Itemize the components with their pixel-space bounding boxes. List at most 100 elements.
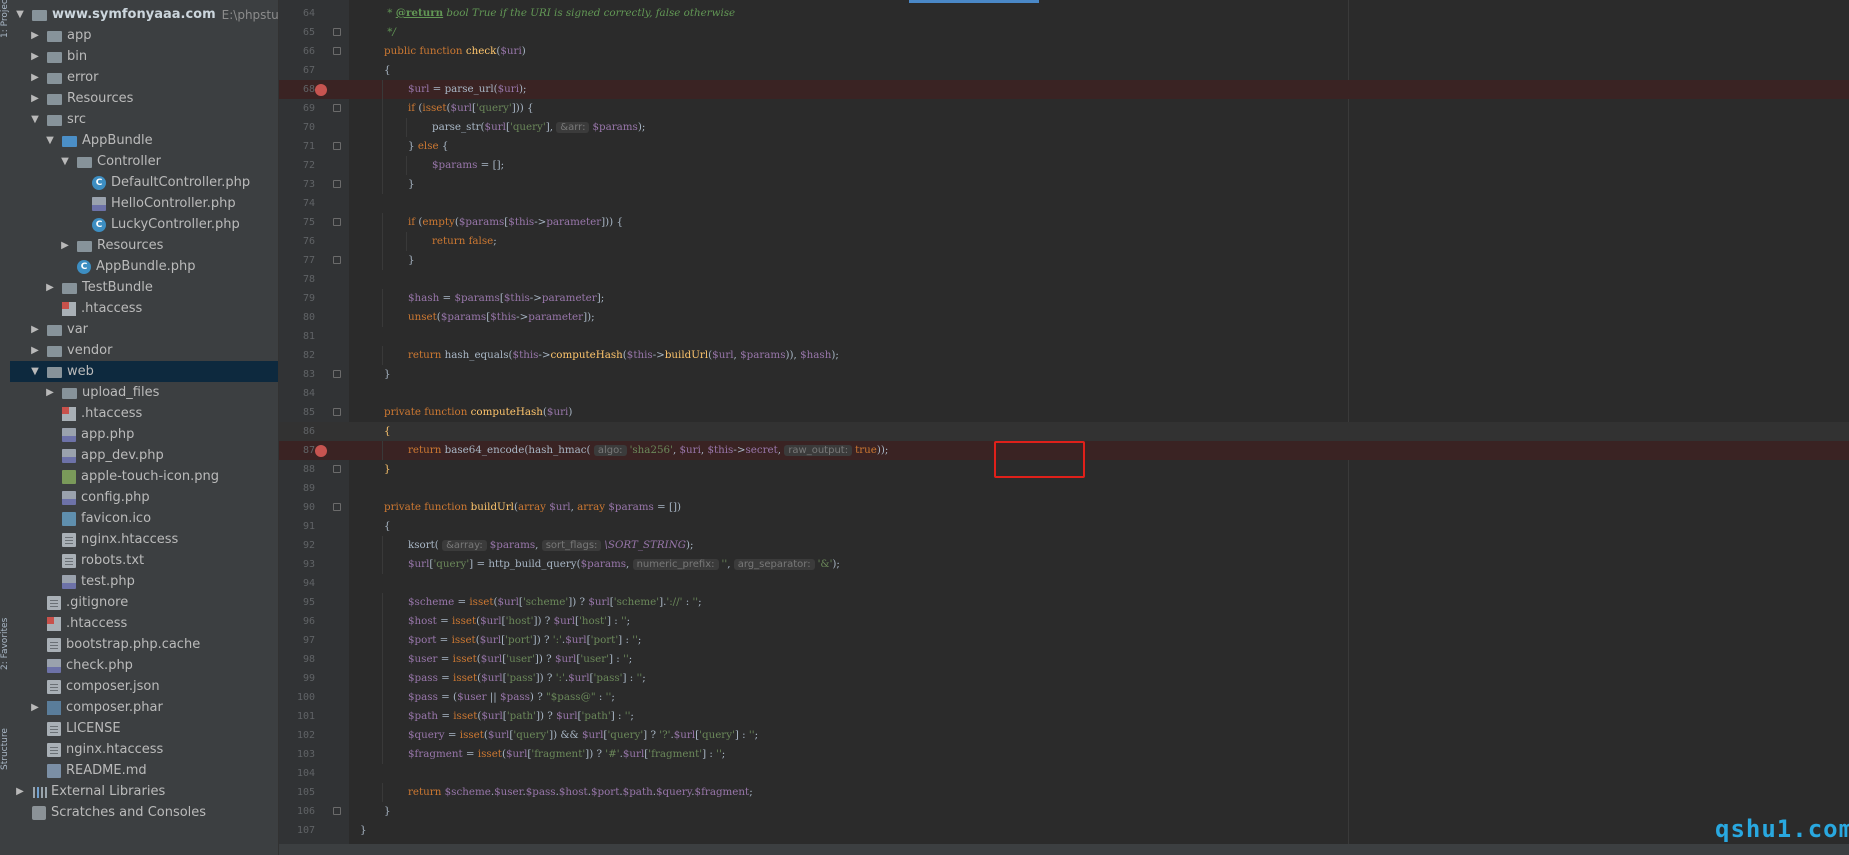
code-line[interactable]: 75 if (empty($params[$this->parameter])) … xyxy=(279,213,1849,232)
collapse-arrow-icon[interactable]: ▶ xyxy=(44,387,56,398)
code-line[interactable]: 71} else { xyxy=(279,137,1849,156)
fold-marker-icon[interactable] xyxy=(333,47,341,55)
line-number[interactable]: 78 xyxy=(279,270,315,289)
line-number[interactable]: 107 xyxy=(279,821,315,840)
code-line[interactable]: 72 $params = []; xyxy=(279,156,1849,175)
fold-marker-icon[interactable] xyxy=(333,142,341,150)
code-line[interactable]: 86 { xyxy=(279,422,1849,441)
line-number[interactable]: 89 xyxy=(279,479,315,498)
code-line[interactable]: 93 $url['query'] = http_build_query($para… xyxy=(279,555,1849,574)
code-line[interactable]: 78 xyxy=(279,270,1849,289)
tree-item-test-php[interactable]: ▶test.php xyxy=(10,571,278,592)
tree-item-robots-txt[interactable]: ▶robots.txt xyxy=(10,550,278,571)
tree-item-appbundle-php[interactable]: ▶CAppBundle.php xyxy=(10,256,278,277)
code-line[interactable]: 79 $hash = $params[$this->parameter]; xyxy=(279,289,1849,308)
tree-item-src[interactable]: ▼ src xyxy=(10,109,278,130)
expand-arrow-icon[interactable]: ▼ xyxy=(59,156,71,167)
fold-marker-icon[interactable] xyxy=(333,370,341,378)
line-number[interactable]: 72 xyxy=(279,156,315,175)
line-number[interactable]: 75 xyxy=(279,213,315,232)
line-number[interactable]: 85 xyxy=(279,403,315,422)
tree-item-bootstrap-php-cache[interactable]: ▶bootstrap.php.cache xyxy=(10,634,278,655)
line-number[interactable]: 100 xyxy=(279,688,315,707)
line-number[interactable]: 86 xyxy=(279,422,315,441)
tree-item-error[interactable]: ▶ error xyxy=(10,67,278,88)
tree-item-appbundle[interactable]: ▼ AppBundle xyxy=(10,130,278,151)
tree-item-nginx-htaccess[interactable]: ▶nginx.htaccess xyxy=(10,739,278,760)
collapse-arrow-icon[interactable]: ▶ xyxy=(29,72,41,83)
code-line[interactable]: 91 { xyxy=(279,517,1849,536)
code-line[interactable]: 99 $pass = isset($url['pass']) ? ':'.$url… xyxy=(279,669,1849,688)
tree-item-composer-phar[interactable]: ▶ composer.phar xyxy=(10,697,278,718)
fold-marker-icon[interactable] xyxy=(333,465,341,473)
line-number[interactable]: 65 xyxy=(279,23,315,42)
tree-item-resources[interactable]: ▶ Resources xyxy=(10,88,278,109)
tree-item-upload-files[interactable]: ▶ upload_files xyxy=(10,382,278,403)
line-number[interactable]: 92 xyxy=(279,536,315,555)
code-line[interactable]: 102 $query = isset($url['query']) && $url… xyxy=(279,726,1849,745)
code-line[interactable]: 80 unset($params[$this->parameter]); xyxy=(279,308,1849,327)
tree-item-license[interactable]: ▶LICENSE xyxy=(10,718,278,739)
tree-item-apple-touch-icon-png[interactable]: ▶apple-touch-icon.png xyxy=(10,466,278,487)
code-line[interactable]: 81 xyxy=(279,327,1849,346)
code-line[interactable]: 94 xyxy=(279,574,1849,593)
line-number[interactable]: 96 xyxy=(279,612,315,631)
tree-item-app-dev-php[interactable]: ▶app_dev.php xyxy=(10,445,278,466)
tree-item-nginx-htaccess[interactable]: ▶nginx.htaccess xyxy=(10,529,278,550)
fold-marker-icon[interactable] xyxy=(333,408,341,416)
line-number[interactable]: 77 xyxy=(279,251,315,270)
breakpoint-icon[interactable] xyxy=(315,445,327,457)
code-line[interactable]: 100 $pass = ($user || $pass) ? "$pass@" :… xyxy=(279,688,1849,707)
tree-item-vendor[interactable]: ▶ vendor xyxy=(10,340,278,361)
tree-item-composer-json[interactable]: ▶composer.json xyxy=(10,676,278,697)
code-line[interactable]: 105 return $scheme.$user.$pass.$host.$por… xyxy=(279,783,1849,802)
line-number[interactable]: 103 xyxy=(279,745,315,764)
line-number[interactable]: 106 xyxy=(279,802,315,821)
line-number[interactable]: 66 xyxy=(279,42,315,61)
code-line[interactable]: 92 ksort( &array: $params, sort_flags: \SOR… xyxy=(279,536,1849,555)
expand-arrow-icon[interactable]: ▼ xyxy=(44,135,56,146)
code-line[interactable]: 90 private function buildUrl(array $url, … xyxy=(279,498,1849,517)
collapse-arrow-icon[interactable]: ▶ xyxy=(59,240,71,251)
line-number[interactable]: 81 xyxy=(279,327,315,346)
tree-item-www-symfonyaaa-com[interactable]: ▼ www.symfonyaaa.com E:\phpstudy\di xyxy=(10,4,278,25)
code-line[interactable]: 101 $path = isset($url['path']) ? $url['p… xyxy=(279,707,1849,726)
line-number[interactable]: 64 xyxy=(279,4,315,23)
tree-item-controller[interactable]: ▼ Controller xyxy=(10,151,278,172)
code-line[interactable]: 73} xyxy=(279,175,1849,194)
code-line[interactable]: 82 return hash_equals($this->computeHash(… xyxy=(279,346,1849,365)
tree-item-bin[interactable]: ▶ bin xyxy=(10,46,278,67)
line-number[interactable]: 91 xyxy=(279,517,315,536)
tree-item-testbundle[interactable]: ▶ TestBundle xyxy=(10,277,278,298)
tree-item-readme-md[interactable]: ▶README.md xyxy=(10,760,278,781)
line-number[interactable]: 97 xyxy=(279,631,315,650)
fold-marker-icon[interactable] xyxy=(333,503,341,511)
fold-marker-icon[interactable] xyxy=(333,256,341,264)
line-number[interactable]: 104 xyxy=(279,764,315,783)
code-line[interactable]: 83} xyxy=(279,365,1849,384)
tree-item-app[interactable]: ▶ app xyxy=(10,25,278,46)
tree-item-defaultcontroller-php[interactable]: ▶CDefaultController.php xyxy=(10,172,278,193)
fold-marker-icon[interactable] xyxy=(333,104,341,112)
line-number[interactable]: 99 xyxy=(279,669,315,688)
fold-marker-icon[interactable] xyxy=(333,180,341,188)
line-number[interactable]: 79 xyxy=(279,289,315,308)
fold-marker-icon[interactable] xyxy=(333,807,341,815)
line-number[interactable]: 87 xyxy=(279,441,315,460)
code-line[interactable]: 69 if (isset($url['query'])) { xyxy=(279,99,1849,118)
fold-marker-icon[interactable] xyxy=(333,28,341,36)
structure-tool-tab[interactable]: Structure xyxy=(0,728,10,770)
tree-item-check-php[interactable]: ▶check.php xyxy=(10,655,278,676)
code-line[interactable]: 96 $host = isset($url['host']) ? $url['ho… xyxy=(279,612,1849,631)
code-line[interactable]: 103 $fragment = isset($url['fragment']) ?… xyxy=(279,745,1849,764)
code-line[interactable]: 95 $scheme = isset($url['scheme']) ? $url… xyxy=(279,593,1849,612)
breakpoint-icon[interactable] xyxy=(315,84,327,96)
code-line[interactable]: 67 { xyxy=(279,61,1849,80)
code-line[interactable]: 77} xyxy=(279,251,1849,270)
line-number[interactable]: 98 xyxy=(279,650,315,669)
tree-item-gitignore[interactable]: ▶.gitignore xyxy=(10,592,278,613)
code-line[interactable]: 65 */ xyxy=(279,23,1849,42)
line-number[interactable]: 67 xyxy=(279,61,315,80)
line-number[interactable]: 71 xyxy=(279,137,315,156)
line-number[interactable]: 82 xyxy=(279,346,315,365)
